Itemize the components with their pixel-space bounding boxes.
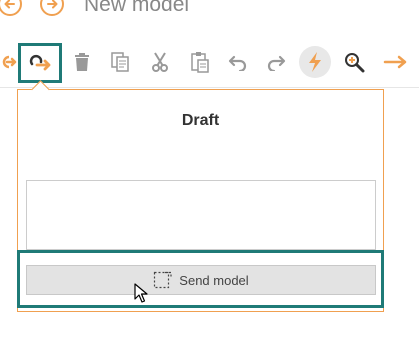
- redo-button[interactable]: [262, 48, 290, 76]
- lightning-icon: [309, 52, 321, 72]
- toolbar: [0, 42, 419, 82]
- zoom-in-button[interactable]: [340, 48, 368, 76]
- undo-back-icon: [2, 55, 17, 69]
- cut-icon: [152, 52, 168, 72]
- redo-icon: [267, 55, 286, 71]
- paste-button[interactable]: [186, 48, 214, 76]
- arrow-right-circle-icon: [47, 0, 58, 9]
- send-model-label: Send model: [179, 272, 249, 288]
- undo-icon: [228, 55, 247, 71]
- back-button[interactable]: [0, 0, 22, 16]
- next-button[interactable]: [382, 48, 410, 76]
- arrow-right-icon: [383, 55, 407, 69]
- undo-back-button[interactable]: [0, 48, 20, 76]
- forward-button[interactable]: [40, 0, 64, 16]
- trash-icon: [75, 53, 89, 71]
- lightning-button[interactable]: [299, 46, 331, 78]
- panel-title: Draft: [181, 112, 220, 129]
- undo-button[interactable]: [224, 48, 252, 76]
- toolbar-highlight: [18, 43, 62, 83]
- arrow-left-circle-icon: [4, 0, 15, 9]
- draft-textarea[interactable]: [26, 180, 376, 250]
- page-title: New model: [84, 0, 190, 16]
- send-model-button[interactable]: Send model: [26, 265, 376, 295]
- mouse-cursor-icon: [134, 283, 148, 308]
- cut-button[interactable]: [146, 48, 174, 76]
- toolbar-divider: [0, 87, 419, 88]
- delete-button[interactable]: [68, 48, 96, 76]
- paste-icon: [191, 52, 209, 73]
- zoom-in-icon: [345, 53, 365, 73]
- page: New model Draft Send model: [0, 0, 419, 357]
- copy-icon: [111, 52, 129, 72]
- selection-icon: [154, 271, 172, 289]
- copy-button[interactable]: [106, 48, 134, 76]
